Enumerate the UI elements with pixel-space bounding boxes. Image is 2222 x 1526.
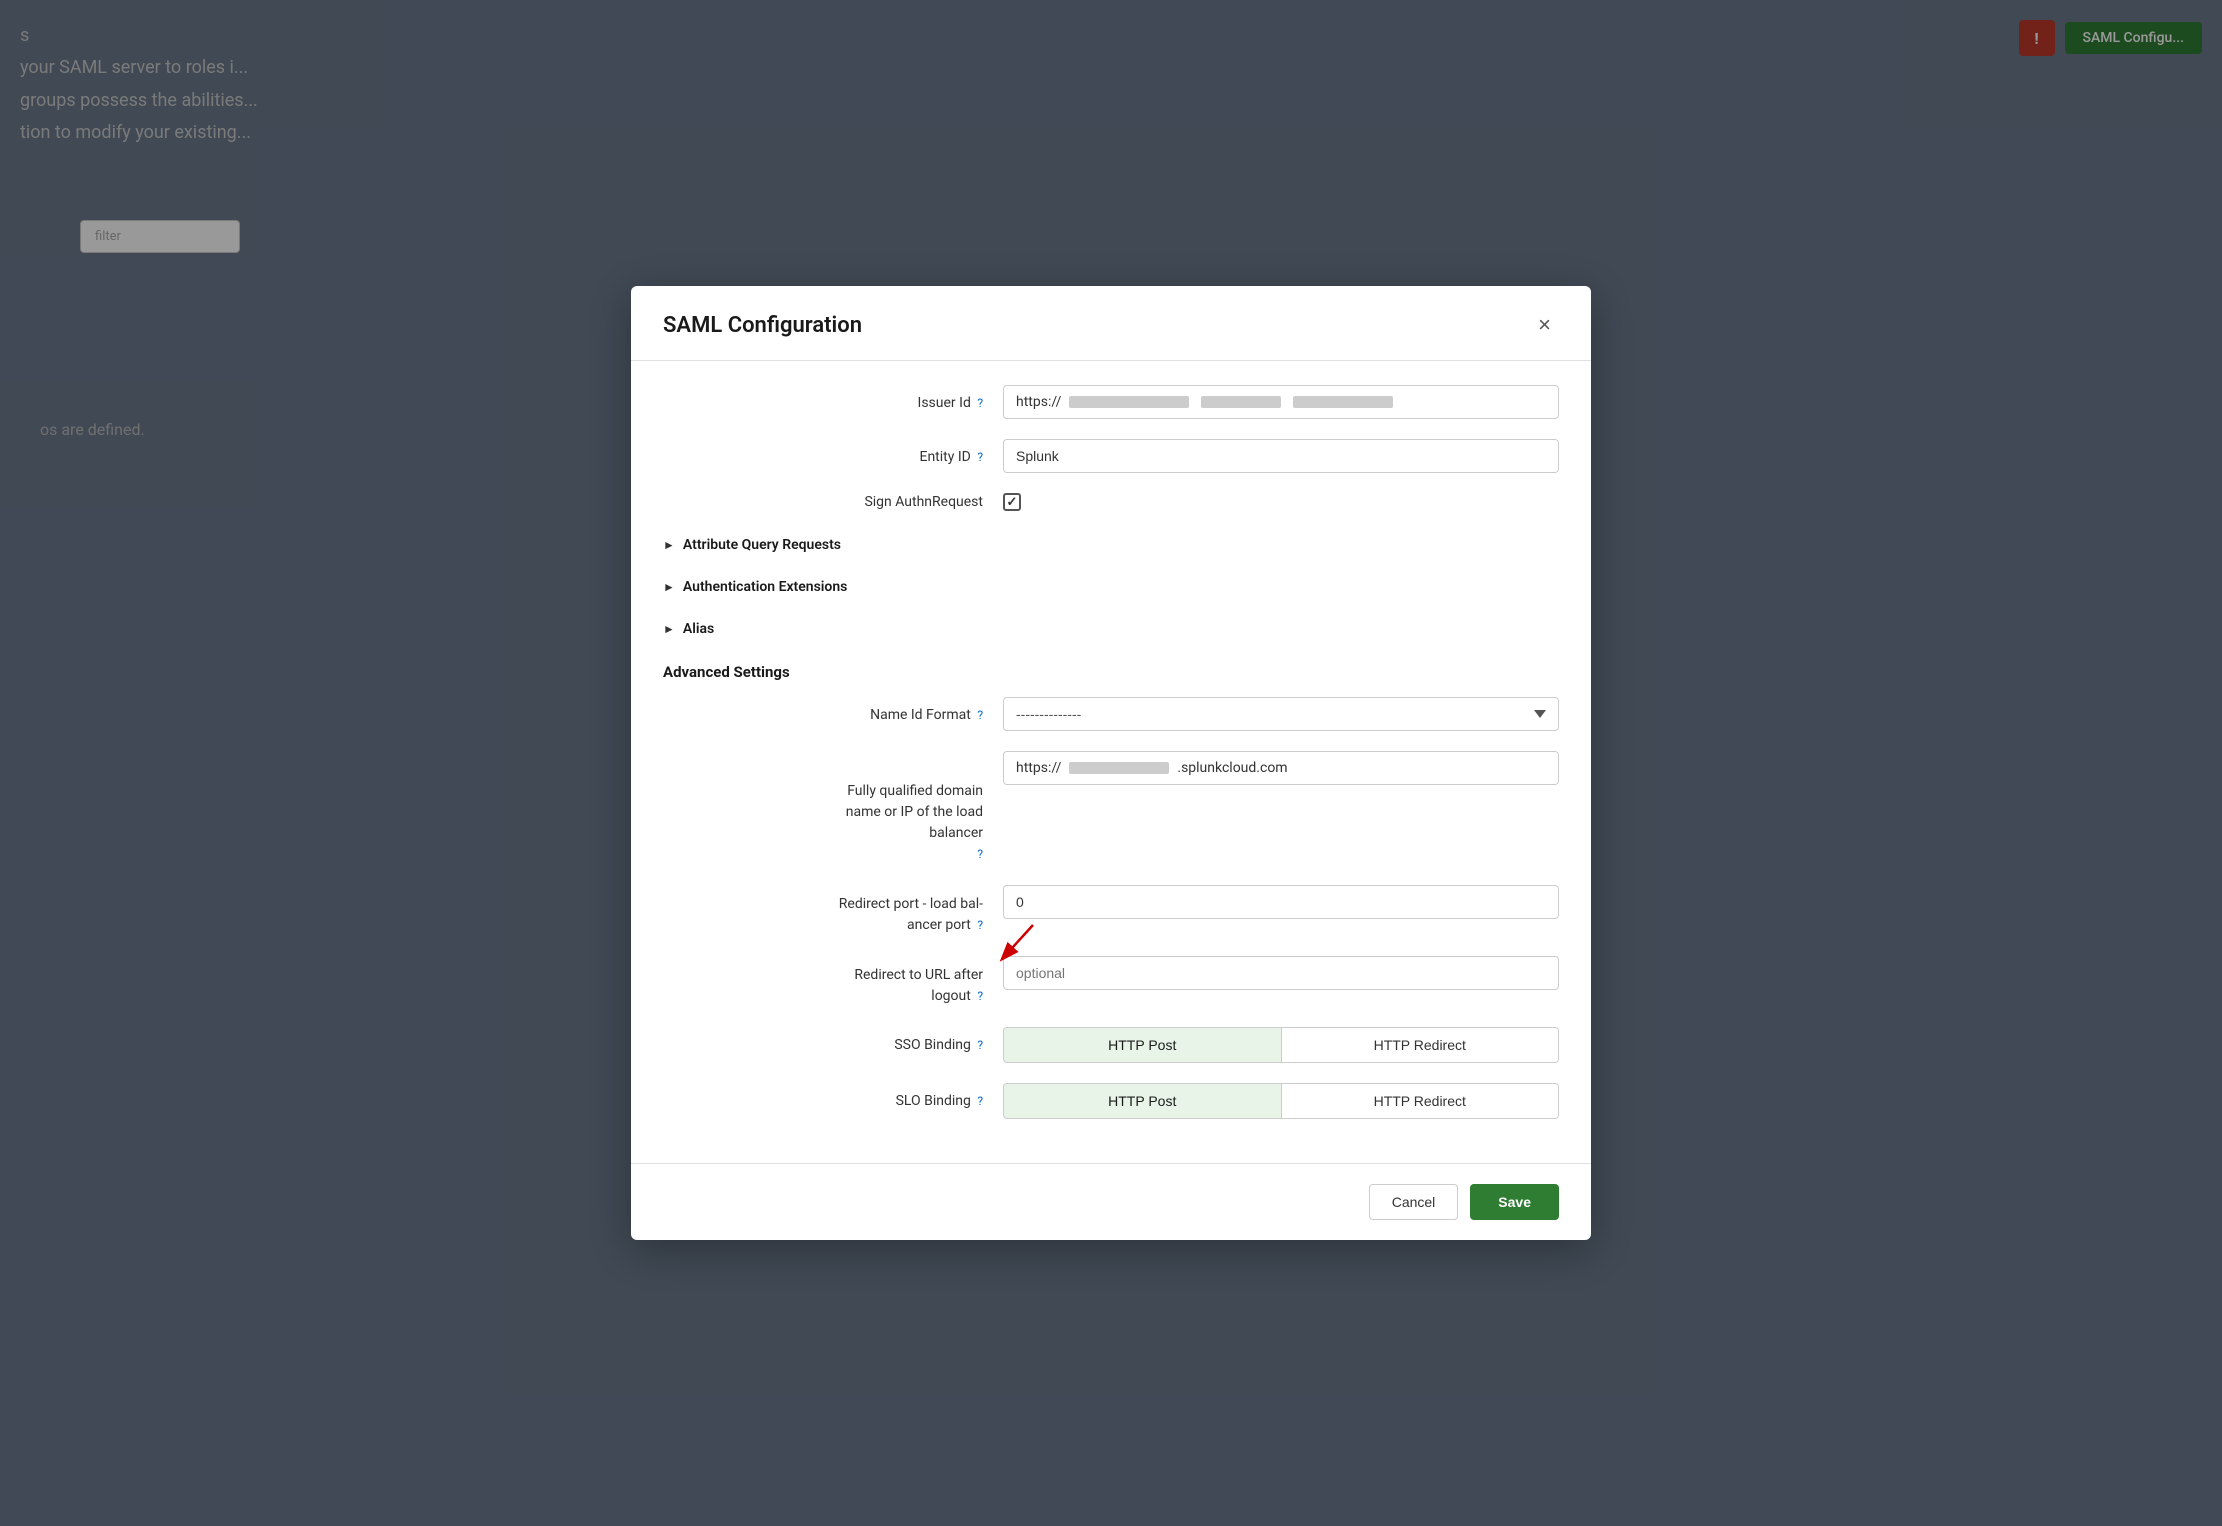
attribute-query-header[interactable]: ► Attribute Query Requests: [663, 531, 1559, 559]
fqdn-help-icon[interactable]: ?: [977, 847, 983, 861]
save-button[interactable]: Save: [1470, 1184, 1559, 1220]
sign-authn-row: Sign AuthnRequest: [663, 493, 1559, 511]
name-id-format-label: Name Id Format ?: [663, 697, 1003, 726]
issuer-id-row: Issuer Id ? https://: [663, 385, 1559, 419]
auth-extensions-header[interactable]: ► Authentication Extensions: [663, 573, 1559, 601]
cancel-button[interactable]: Cancel: [1369, 1184, 1459, 1220]
redirect-url-control: [1003, 956, 1559, 990]
entity-id-label: Entity ID ?: [663, 439, 1003, 468]
slo-binding-group: HTTP Post HTTP Redirect: [1003, 1083, 1559, 1119]
fqdn-label: Fully qualified domainname or IP of the …: [663, 751, 1003, 865]
slo-binding-label: SLO Binding ?: [663, 1083, 1003, 1112]
alias-arrow: ►: [663, 622, 675, 636]
entity-id-input[interactable]: [1003, 439, 1559, 473]
sso-binding-group: HTTP Post HTTP Redirect: [1003, 1027, 1559, 1063]
modal-overlay: SAML Configuration × Issuer Id ? https:/…: [0, 0, 2222, 1526]
redirect-url-help-icon[interactable]: ?: [977, 989, 983, 1003]
slo-http-redirect-button[interactable]: HTTP Redirect: [1282, 1083, 1560, 1119]
name-id-format-select[interactable]: --------------: [1003, 697, 1559, 731]
redirect-port-row: Redirect port - load bal-ancer port ?: [663, 885, 1559, 936]
fqdn-input[interactable]: https:// .splunkcloud.com: [1003, 751, 1559, 785]
redirect-port-control: [1003, 885, 1559, 919]
alias-title: Alias: [683, 621, 714, 637]
redirect-url-input[interactable]: [1003, 956, 1559, 990]
attribute-query-title: Attribute Query Requests: [683, 537, 841, 553]
slo-binding-help-icon[interactable]: ?: [977, 1094, 983, 1108]
sso-binding-label: SSO Binding ?: [663, 1027, 1003, 1056]
advanced-settings-title: Advanced Settings: [663, 663, 1559, 681]
issuer-id-input[interactable]: https://: [1003, 385, 1559, 419]
blur-3: [1293, 396, 1393, 408]
sso-binding-control: HTTP Post HTTP Redirect: [1003, 1027, 1559, 1063]
name-id-format-help-icon[interactable]: ?: [977, 708, 983, 722]
slo-binding-control: HTTP Post HTTP Redirect: [1003, 1083, 1559, 1119]
redirect-port-label: Redirect port - load bal-ancer port ?: [663, 885, 1003, 936]
modal-title: SAML Configuration: [663, 313, 862, 338]
sso-http-redirect-button[interactable]: HTTP Redirect: [1282, 1027, 1560, 1063]
auth-extensions-arrow: ►: [663, 580, 675, 594]
fqdn-control: https:// .splunkcloud.com: [1003, 751, 1559, 785]
redirect-port-input[interactable]: [1003, 885, 1559, 919]
redirect-url-label: Redirect to URL afterlogout ?: [663, 956, 1003, 1007]
modal-header: SAML Configuration ×: [631, 286, 1591, 361]
modal-body: Issuer Id ? https:// Entity ID ?: [631, 361, 1591, 1163]
modal-footer: Cancel Save: [631, 1163, 1591, 1240]
sign-authn-label: Sign AuthnRequest: [663, 494, 1003, 510]
name-id-format-row: Name Id Format ? --------------: [663, 697, 1559, 731]
attribute-query-arrow: ►: [663, 538, 675, 552]
alias-header[interactable]: ► Alias: [663, 615, 1559, 643]
sso-binding-row: SSO Binding ? HTTP Post HTTP Redirect: [663, 1027, 1559, 1063]
alias-section: ► Alias: [663, 615, 1559, 643]
redirect-url-row: Redirect to URL afterlogout ?: [663, 956, 1559, 1007]
red-arrow-annotation: [983, 920, 1043, 970]
sso-binding-help-icon[interactable]: ?: [977, 1038, 983, 1052]
slo-http-post-button[interactable]: HTTP Post: [1003, 1083, 1282, 1119]
issuer-id-label: Issuer Id ?: [663, 385, 1003, 414]
name-id-format-control: --------------: [1003, 697, 1559, 731]
blur-1: [1069, 396, 1189, 408]
issuer-id-control: https://: [1003, 385, 1559, 419]
slo-binding-row: SLO Binding ? HTTP Post HTTP Redirect: [663, 1083, 1559, 1119]
entity-id-help-icon[interactable]: ?: [977, 450, 983, 464]
sso-http-post-button[interactable]: HTTP Post: [1003, 1027, 1282, 1063]
saml-config-modal: SAML Configuration × Issuer Id ? https:/…: [631, 286, 1591, 1240]
fqdn-blur: [1069, 762, 1169, 774]
issuer-id-help-icon[interactable]: ?: [977, 396, 983, 410]
close-button[interactable]: ×: [1530, 310, 1559, 340]
blur-2: [1201, 396, 1281, 408]
attribute-query-section: ► Attribute Query Requests: [663, 531, 1559, 559]
auth-extensions-title: Authentication Extensions: [683, 579, 848, 595]
sign-authn-checkbox[interactable]: [1003, 493, 1021, 511]
auth-extensions-section: ► Authentication Extensions: [663, 573, 1559, 601]
entity-id-row: Entity ID ?: [663, 439, 1559, 473]
entity-id-control: [1003, 439, 1559, 473]
sign-authn-control: [1003, 493, 1021, 511]
fqdn-row: Fully qualified domainname or IP of the …: [663, 751, 1559, 865]
